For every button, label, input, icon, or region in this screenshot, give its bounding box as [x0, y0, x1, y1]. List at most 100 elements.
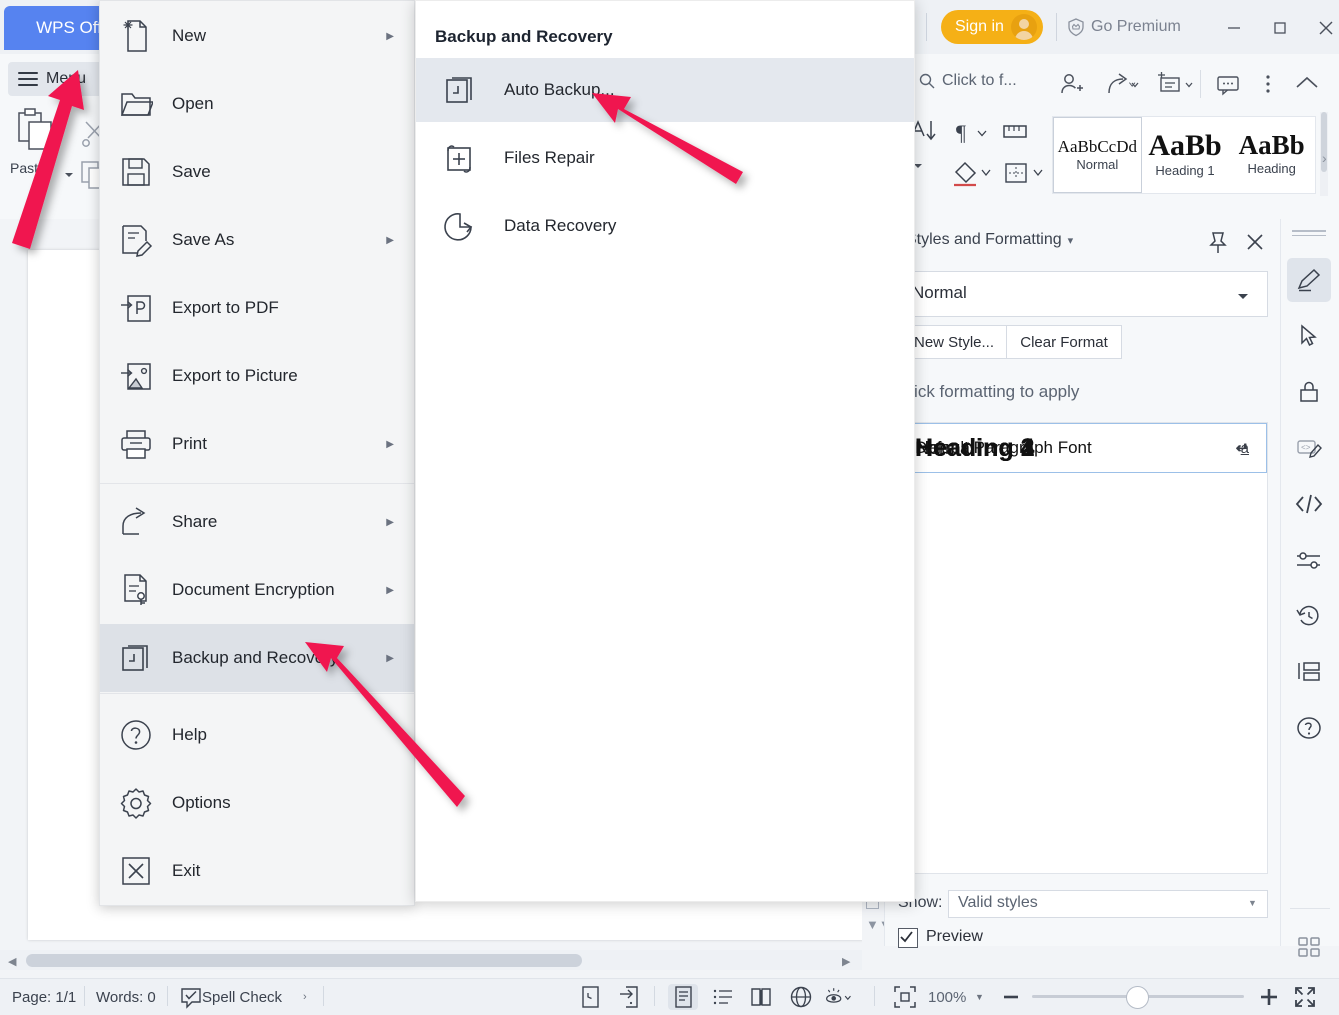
submenu-item-label: Files Repair	[504, 148, 595, 168]
zoom-level-label[interactable]: 100%	[928, 989, 966, 1006]
submenu-item-auto-backup[interactable]: Auto Backup...	[416, 58, 914, 122]
styles-list[interactable]: Default Paragraph Font a Heading 1 ↵ Hea…	[898, 422, 1268, 874]
preview-checkbox[interactable]	[898, 928, 918, 948]
menu-item-document-encryption[interactable]: Document Encryption ▶	[100, 556, 414, 624]
submenu-item-data-recovery[interactable]: Data Recovery	[416, 194, 914, 258]
style-gallery-item-heading1[interactable]: AaBb Heading 1	[1142, 117, 1229, 191]
zoom-dropdown-caret-icon[interactable]: ▼	[975, 992, 984, 1002]
style-gallery-more-button[interactable]: ›	[1322, 150, 1327, 166]
submenu-arrow-icon: ▶	[386, 585, 394, 596]
status-import-button[interactable]	[614, 984, 644, 1010]
more-options-button[interactable]	[1258, 70, 1278, 103]
menu-item-new[interactable]: New ▶	[100, 2, 414, 70]
chevron-down-icon	[1236, 291, 1250, 301]
fullscreen-button[interactable]	[1292, 984, 1318, 1010]
line-spacing-button[interactable]	[1000, 118, 1030, 153]
style-gallery[interactable]: AaBbCcDd Normal AaBb Heading 1 AaBb Head…	[1052, 116, 1316, 194]
current-style-caret[interactable]	[1236, 288, 1250, 306]
files-repair-icon	[416, 142, 504, 174]
rail-button-markup[interactable]: <>	[1287, 426, 1331, 470]
share-button[interactable]	[1104, 70, 1140, 103]
chevron-down-icon[interactable]: ▾	[1068, 234, 1074, 247]
comment-button[interactable]	[1214, 70, 1242, 103]
rail-button-protect[interactable]	[1287, 370, 1331, 414]
zoom-slider-handle[interactable]	[1126, 986, 1149, 1009]
style-gallery-item-heading2[interactable]: AaBb Heading	[1228, 117, 1315, 191]
zoom-in-button[interactable]	[1256, 984, 1282, 1010]
menu-item-print[interactable]: Print ▶	[100, 410, 414, 478]
task-panel-title[interactable]: Styles and Formatting ▾	[906, 231, 1073, 249]
menu-item-backup-and-recovery[interactable]: Backup and Recovery ▶	[100, 624, 414, 692]
insert-comment-block-button[interactable]	[1156, 70, 1196, 103]
spell-check-caret-icon[interactable]: ›	[303, 991, 307, 1003]
horizontal-scroll-thumb[interactable]	[26, 954, 582, 967]
view-outline-button[interactable]	[708, 984, 738, 1010]
search-icon	[918, 72, 936, 90]
go-premium-button[interactable]: Go Premium	[1066, 14, 1181, 40]
chevron-down-icon[interactable]: ▼	[1248, 898, 1257, 908]
rail-grip-handle[interactable]	[1292, 230, 1326, 236]
rail-button-select[interactable]	[1287, 314, 1331, 358]
spell-check-icon[interactable]	[180, 987, 202, 1014]
menu-item-save[interactable]: Save	[100, 138, 414, 206]
spell-check-label[interactable]: Spell Check	[202, 989, 282, 1006]
submenu-item-files-repair[interactable]: Files Repair	[416, 126, 914, 190]
sign-in-button[interactable]: Sign in	[941, 10, 1043, 44]
collapse-ribbon-button[interactable]	[1292, 70, 1322, 103]
document-lock-icon	[100, 573, 172, 607]
window-close-button[interactable]	[1303, 11, 1339, 45]
show-formatting-marks-button[interactable]: ¶	[954, 118, 988, 153]
highlight-color-button[interactable]	[950, 158, 992, 193]
fit-to-window-button[interactable]	[892, 984, 918, 1015]
cursor-arrow-icon	[1296, 323, 1322, 349]
close-panel-button[interactable]	[1243, 230, 1267, 259]
menu-item-label: Share	[172, 512, 217, 532]
document-tab-label: WPS Off	[36, 18, 102, 38]
window-maximize-button[interactable]	[1257, 11, 1303, 45]
scroll-right-arrow-icon[interactable]: ▶	[842, 955, 850, 968]
submenu-arrow-icon: ▶	[386, 517, 394, 528]
borders-button[interactable]	[1002, 158, 1046, 193]
question-circle-icon	[1295, 714, 1323, 742]
submenu-arrow-icon: ▶	[386, 439, 394, 450]
rail-button-history[interactable]	[1287, 594, 1331, 638]
rail-button-settings[interactable]	[1287, 538, 1331, 582]
rail-button-help[interactable]	[1287, 706, 1331, 750]
menu-separator	[100, 483, 414, 484]
window-minimize-button[interactable]	[1211, 11, 1257, 45]
rail-button-edit-tools[interactable]	[1287, 258, 1331, 302]
rail-button-apps[interactable]	[1287, 925, 1331, 969]
menu-item-help[interactable]: Help	[100, 701, 414, 769]
menu-item-open[interactable]: Open	[100, 70, 414, 138]
status-recent-button[interactable]	[575, 984, 605, 1010]
status-page-count[interactable]: Page: 1/1	[12, 989, 76, 1006]
menu-item-export-to-pdf[interactable]: Export to PDF	[100, 274, 414, 342]
view-print-layout-button[interactable]	[668, 984, 698, 1010]
eye-protection-button[interactable]	[824, 984, 854, 1010]
menu-item-exit[interactable]: Exit	[100, 837, 414, 905]
scroll-left-arrow-icon[interactable]: ◀	[8, 955, 16, 968]
add-collaborator-button[interactable]	[1058, 70, 1086, 103]
view-web-layout-button[interactable]	[786, 984, 816, 1010]
minus-icon	[1001, 987, 1021, 1007]
menu-item-options[interactable]: Options	[100, 769, 414, 837]
menu-item-share[interactable]: Share ▶	[100, 488, 414, 556]
zoom-out-button[interactable]	[998, 984, 1024, 1010]
clear-format-button[interactable]: Clear Format	[1006, 325, 1122, 359]
rail-button-source-code[interactable]	[1287, 482, 1331, 526]
style-gallery-item-normal[interactable]: AaBbCcDd Normal	[1053, 117, 1142, 193]
paste-dropdown-caret[interactable]	[64, 166, 74, 184]
pin-panel-button[interactable]	[1205, 230, 1231, 261]
view-reading-button[interactable]	[746, 984, 776, 1010]
style-list-item-current[interactable]: Normal ↵	[899, 423, 1267, 473]
search-input[interactable]: Click to f...	[918, 72, 1017, 90]
rail-button-outline[interactable]	[1287, 650, 1331, 694]
menu-item-save-as[interactable]: Save As ▶	[100, 206, 414, 274]
style-name: Heading	[1247, 161, 1295, 176]
menu-item-label: Exit	[172, 861, 200, 881]
menu-item-export-to-picture[interactable]: Export to Picture	[100, 342, 414, 410]
plus-icon	[1258, 986, 1280, 1008]
status-word-count[interactable]: Words: 0	[96, 989, 156, 1006]
file-menu-dropdown[interactable]: New ▶ Open Save Save As ▶ Export to PDF …	[99, 0, 415, 906]
export-pdf-icon	[100, 292, 172, 324]
